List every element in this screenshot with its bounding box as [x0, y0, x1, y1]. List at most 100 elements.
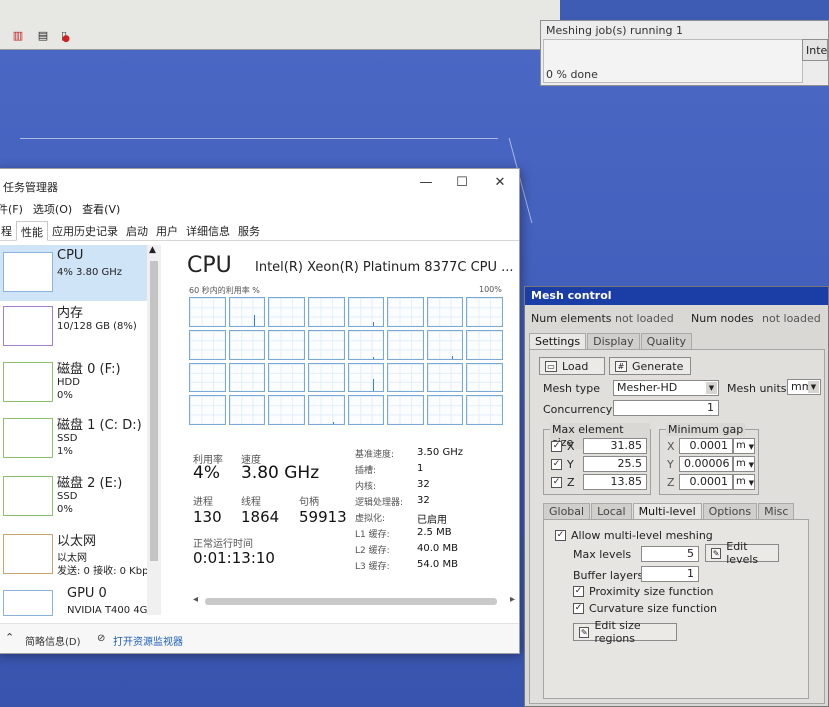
edit-levels-button[interactable]: ✎ Edit levels: [705, 540, 779, 566]
logical-processor-graph: [228, 362, 266, 393]
mesh-type-label: Mesh type: [543, 382, 601, 395]
scroll-right-icon[interactable]: ▸: [510, 594, 515, 605]
tab-quality[interactable]: Quality: [640, 333, 692, 349]
detail-label: 插槽:: [355, 466, 377, 476]
tab-options[interactable]: Options: [702, 503, 758, 519]
folder-icon: ▭: [545, 360, 557, 372]
gap-z-unit-select[interactable]: m ▼: [733, 474, 755, 490]
horizontal-scroll-thumb[interactable]: [205, 598, 497, 605]
concurrency-input[interactable]: 1: [613, 400, 719, 416]
curvature-checkbox[interactable]: ✓: [573, 603, 584, 614]
threads-value: 1864: [241, 508, 280, 526]
calculator-icon[interactable]: ▤: [34, 26, 52, 44]
scroll-up-icon[interactable]: ▲: [149, 245, 156, 255]
handles-value: 59913: [299, 508, 347, 526]
mesh-units-select[interactable]: mm ▼: [787, 379, 821, 395]
logical-processor-graph: [228, 329, 266, 360]
gap-y-input[interactable]: 0.00006: [679, 456, 733, 472]
logical-processor-graph: [268, 297, 305, 327]
menu-view[interactable]: 查看(V): [82, 201, 120, 217]
sidebar-item-cpu[interactable]: CPU 4% 3.80 GHz: [0, 245, 147, 301]
generate-button[interactable]: # Generate: [609, 357, 691, 375]
tab-local[interactable]: Local: [591, 503, 632, 519]
task-manager-window: 任务管理器 — ☐ ✕ 件(F) 选项(O) 查看(V) 程 性能 应用历史记录…: [0, 168, 520, 654]
tab-users[interactable]: 用户: [152, 221, 182, 240]
sidebar-item-gpu-0[interactable]: GPU 0 NVIDIA T400 4GB: [0, 583, 154, 617]
edit-size-regions-button[interactable]: ✎ Edit size regions: [573, 619, 677, 645]
logical-processor-graph: [466, 329, 503, 360]
max-y-input[interactable]: 25.5: [583, 456, 647, 472]
chevron-down-icon: ▼: [748, 443, 754, 451]
max-z-input[interactable]: 13.85: [583, 474, 647, 490]
max-levels-label: Max levels: [573, 548, 632, 561]
sidebar-scrollbar[interactable]: ▲: [147, 245, 161, 615]
sidebar-item-disk-1[interactable]: 磁盘 1 (C: D:) SSD 1%: [0, 411, 147, 467]
sidebar-item-value: 0%: [57, 390, 73, 401]
cpu-heading: CPU: [187, 253, 232, 278]
gap-y-unit-select[interactable]: m ▼: [733, 456, 755, 472]
close-button[interactable]: ✕: [485, 175, 515, 195]
gap-z-input[interactable]: 0.0001: [679, 474, 733, 490]
resource-sidebar: CPU 4% 3.80 GHz 内存 10/128 GB (8%) 磁盘 0 (…: [0, 245, 165, 617]
tab-performance[interactable]: 性能: [16, 221, 48, 241]
edit-icon: ✎: [711, 547, 722, 559]
mesh-type-select[interactable]: Mesher-HD ▼: [613, 380, 719, 396]
max-x-input[interactable]: 31.85: [583, 438, 647, 454]
tab-processes[interactable]: 程: [0, 221, 16, 240]
detail-value: 已启用: [417, 515, 447, 526]
scroll-left-icon[interactable]: ◂: [193, 594, 198, 605]
detail-value: 3.50 GHz: [417, 447, 463, 458]
menu-bar: 件(F) 选项(O) 查看(V): [0, 201, 130, 217]
sidebar-item-ethernet[interactable]: 以太网 以太网 发送: 0 接收: 0 Kbp: [0, 527, 148, 583]
num-elements-value: not loaded: [615, 312, 674, 325]
disk-thumbnail-graph: [3, 418, 53, 458]
minimize-button[interactable]: —: [411, 175, 441, 195]
open-resource-monitor-link[interactable]: 打开资源监视器: [113, 633, 183, 648]
tab-app-history[interactable]: 应用历史记录: [48, 221, 122, 240]
allow-multilevel-checkbox[interactable]: ✓: [555, 530, 566, 541]
tab-display[interactable]: Display: [587, 333, 640, 349]
tab-settings[interactable]: Settings: [529, 333, 587, 349]
brief-info-link[interactable]: 简略信息(D): [25, 633, 81, 648]
tab-details[interactable]: 详细信息: [182, 221, 234, 240]
interrupt-button[interactable]: Inter: [802, 39, 828, 61]
max-z-checkbox[interactable]: ✓: [551, 477, 562, 488]
detail-label: L3 缓存:: [355, 562, 390, 572]
max-y-checkbox[interactable]: ✓: [551, 459, 562, 470]
gap-x-unit-select[interactable]: m ▼: [733, 438, 755, 454]
max-x-checkbox[interactable]: ✓: [551, 441, 562, 452]
menu-options[interactable]: 选项(O): [33, 201, 72, 217]
maximize-button[interactable]: ☐: [447, 175, 477, 195]
usage-spike: [372, 356, 374, 359]
alert-icon[interactable]: ●: [58, 30, 74, 48]
detail-value: 32: [417, 495, 430, 506]
tab-global[interactable]: Global: [543, 503, 591, 519]
sidebar-item-disk-2[interactable]: 磁盘 2 (E:) SSD 0%: [0, 469, 147, 525]
curvature-label: Curvature size function: [589, 602, 718, 615]
graph-max-label: 100%: [479, 285, 502, 294]
logical-processor-graph: [189, 297, 226, 327]
horizontal-scrollbar[interactable]: ◂ ▸: [193, 594, 515, 607]
chart-icon[interactable]: ▥: [6, 26, 30, 44]
load-button-label: Load: [562, 359, 589, 373]
logical-processor-graph: [426, 395, 464, 425]
proximity-checkbox[interactable]: ✓: [573, 586, 584, 597]
detail-label: L2 缓存:: [355, 546, 390, 556]
chevron-up-icon[interactable]: ⌃: [5, 631, 14, 644]
max-levels-input[interactable]: 5: [641, 546, 699, 562]
tab-services[interactable]: 服务: [234, 221, 264, 240]
sidebar-scroll-thumb[interactable]: [150, 261, 158, 561]
tab-startup[interactable]: 启动: [122, 221, 152, 240]
tab-multi-level[interactable]: Multi-level: [632, 503, 702, 519]
minimum-gap-title: Minimum gap: [666, 423, 746, 436]
sidebar-item-disk-0[interactable]: 磁盘 0 (F:) HDD 0%: [0, 355, 147, 411]
window-title: 任务管理器: [3, 181, 58, 194]
mesh-type-value: Mesher-HD: [617, 381, 678, 394]
gap-x-input[interactable]: 0.0001: [679, 438, 733, 454]
sidebar-item-label: 内存: [57, 306, 84, 321]
sidebar-item-memory[interactable]: 内存 10/128 GB (8%): [0, 299, 147, 355]
buffer-layers-input[interactable]: 1: [641, 566, 699, 582]
menu-file[interactable]: 件(F): [0, 201, 23, 217]
tab-misc[interactable]: Misc: [758, 503, 795, 519]
load-button[interactable]: ▭ Load: [539, 357, 605, 375]
